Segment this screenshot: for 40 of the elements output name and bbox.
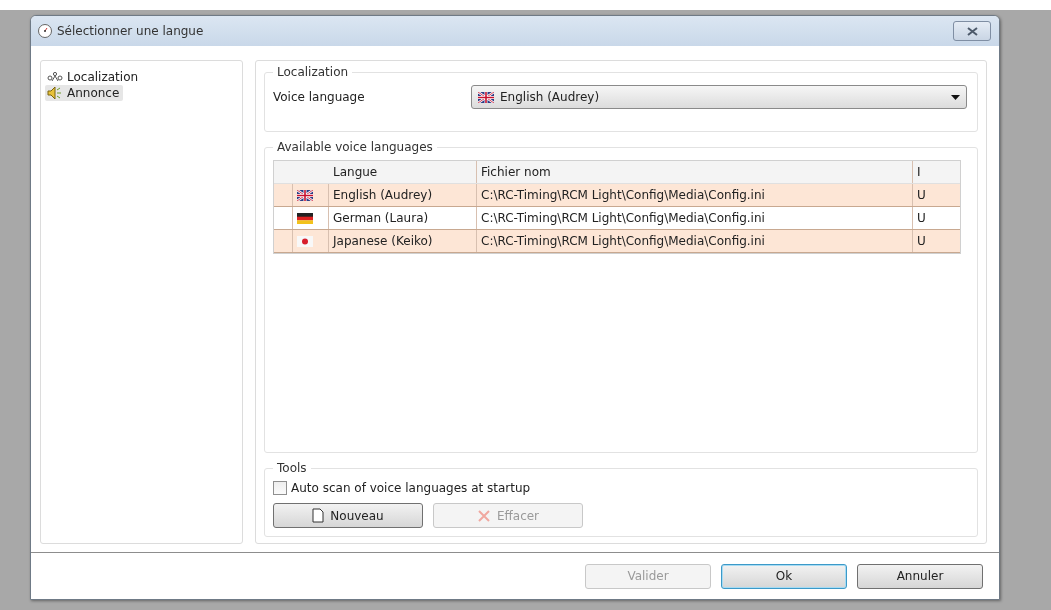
table-row[interactable]: German (Laura) C:\RC-Timing\RCM Light\Config\Media\Config.ini U: [274, 207, 960, 230]
flag-icon: [297, 235, 313, 247]
window-title: Sélectionner une langue: [57, 24, 205, 38]
table-cell: C:\RC-Timing\RCM Light\Config\Media\Config.ini: [476, 207, 912, 229]
new-button[interactable]: Nouveau: [273, 503, 423, 528]
table-cell: English (Audrey): [328, 184, 476, 206]
group-title: Available voice languages: [276, 140, 434, 154]
flag-icon: [297, 212, 313, 224]
nodes-icon: [47, 71, 63, 83]
sidebar-item[interactable]: Annonce: [45, 85, 124, 101]
clock-icon: [37, 23, 53, 39]
table-cell: U: [912, 184, 960, 206]
column-header[interactable]: I: [912, 161, 960, 183]
close-icon: [966, 26, 978, 36]
column-header[interactable]: Langue: [328, 161, 476, 183]
checkbox[interactable]: [273, 481, 287, 495]
table-cell: C:\RC-Timing\RCM Light\Config\Media\Config.ini: [476, 230, 912, 252]
delete-icon: [476, 508, 491, 523]
table-cell: C:\RC-Timing\RCM Light\Config\Media\Config.ini: [476, 184, 912, 206]
dropdown-caret-icon: [951, 94, 960, 100]
checkbox-label: Auto scan of voice languages at startup: [291, 481, 531, 495]
table-cell: U: [912, 230, 960, 252]
table-cell: German (Laura): [328, 207, 476, 229]
dialog-button[interactable]: Ok: [721, 563, 847, 589]
group-title: Localization: [276, 65, 350, 79]
document-icon: [312, 508, 325, 523]
sidebar-item[interactable]: Localization: [45, 69, 143, 85]
close-button[interactable]: [953, 21, 991, 41]
flag-icon: [297, 189, 313, 201]
field-label: Voice language: [273, 90, 366, 104]
table-row[interactable]: English (Audrey) C:\RC-Timing\RCM Light\Config\Media\Config.ini U: [274, 184, 960, 207]
group-title: Tools: [276, 461, 308, 475]
flag-icon: [478, 91, 494, 103]
speaker-icon: [47, 86, 63, 100]
voice-language-dropdown[interactable]: English (Audrey): [471, 85, 967, 109]
dialog-button[interactable]: Annuler: [857, 563, 983, 589]
column-header[interactable]: Fichier nom: [476, 161, 912, 183]
table-cell: U: [912, 207, 960, 229]
table-cell: Japanese (Keiko): [328, 230, 476, 252]
table-row[interactable]: Japanese (Keiko) C:\RC-Timing\RCM Light\Config\Media\Config.ini U: [274, 230, 960, 253]
